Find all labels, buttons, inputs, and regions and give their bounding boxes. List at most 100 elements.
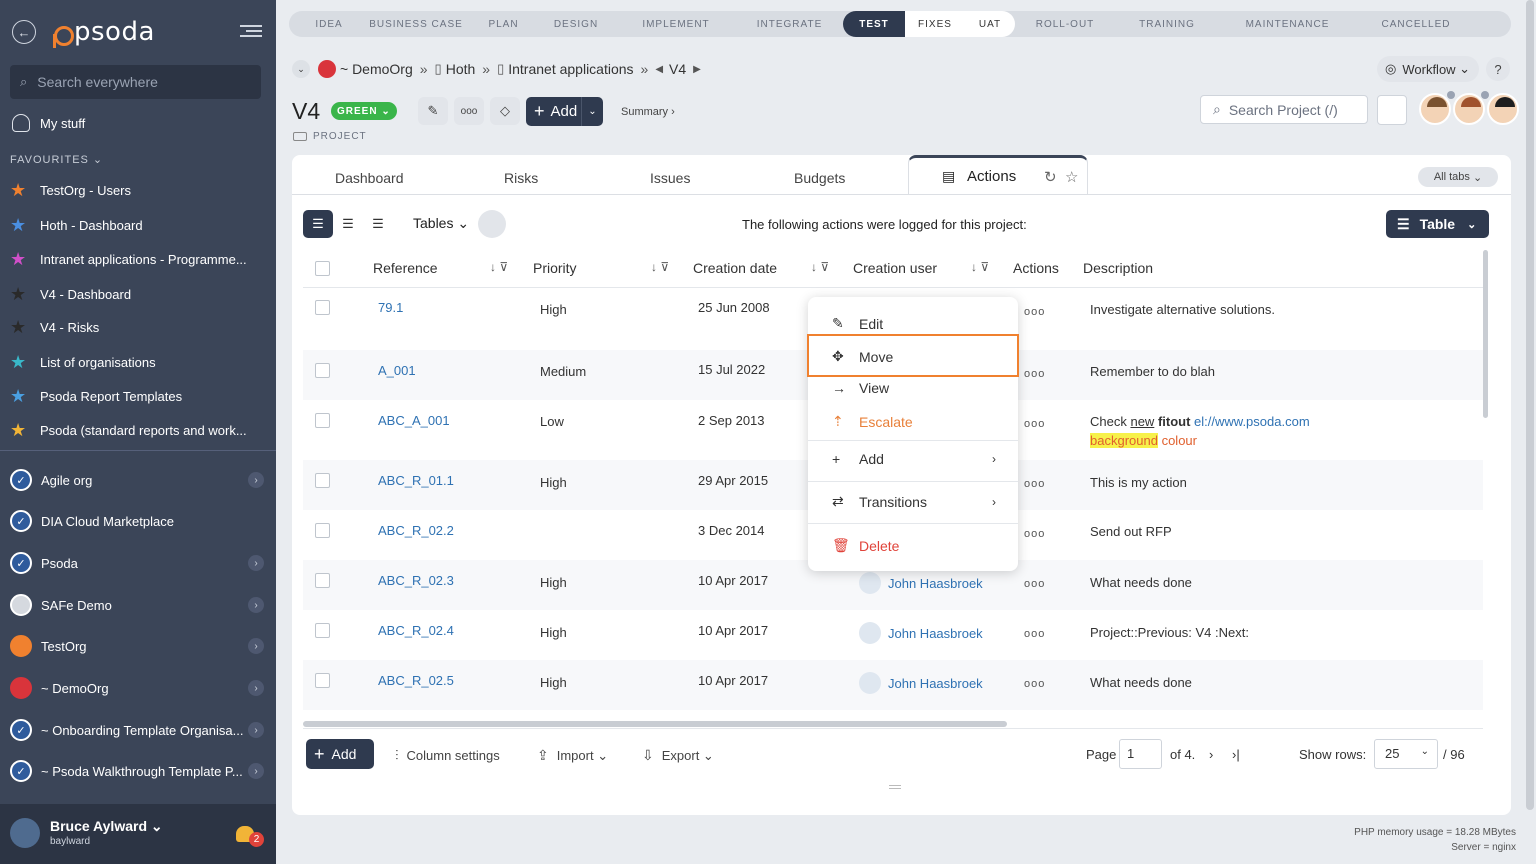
chevron-right-icon[interactable]: ›	[248, 638, 264, 654]
stage-fixes[interactable]: FIXES	[905, 11, 965, 37]
org-item[interactable]: TestOrg ›	[10, 635, 268, 657]
org-item[interactable]: ✓ ~ Psoda Walkthrough Template P... ›	[10, 760, 268, 782]
menu-item-edit[interactable]: ✎ Edit	[832, 315, 883, 332]
more-button[interactable]: ooo	[454, 97, 484, 125]
breadcrumb-item[interactable]: V4	[669, 61, 686, 77]
row-actions-button[interactable]: ooo	[1024, 418, 1045, 430]
row-actions-button[interactable]: ooo	[1024, 578, 1045, 590]
chevron-down-icon[interactable]: ⌄	[292, 60, 310, 78]
chevron-down-icon[interactable]: ⌄	[581, 97, 603, 126]
add-button[interactable]: + Add ⌄	[526, 97, 603, 126]
sort-desc-icon[interactable]: ↓ ⊽	[811, 260, 829, 274]
row-checkbox[interactable]	[315, 623, 330, 638]
row-reference[interactable]: ABC_R_02.5	[378, 673, 454, 688]
stage-business-case[interactable]: BUSINESS CASE	[361, 11, 471, 37]
stage-training[interactable]: TRAINING	[1115, 11, 1219, 37]
stage-integrate[interactable]: INTEGRATE	[736, 11, 843, 37]
favourite-item[interactable]: ★ List of organisations	[10, 352, 156, 373]
row-reference[interactable]: ABC_R_02.2	[378, 523, 454, 538]
refresh-icon[interactable]: ↻	[1044, 168, 1057, 186]
favourite-item[interactable]: ★ Hoth - Dashboard	[10, 215, 143, 236]
col-creation-user[interactable]: Creation user	[853, 260, 937, 276]
row-user[interactable]: John Haasbroek	[859, 672, 983, 694]
stage-implement[interactable]: IMPLEMENT	[616, 11, 736, 37]
tab-actions[interactable]: ▤ Actions ↻ ☆	[908, 155, 1088, 195]
help-button[interactable]: ?	[1486, 57, 1510, 81]
copy-link-button[interactable]	[1377, 95, 1407, 125]
import-button[interactable]: ⇪ Import ⌄	[537, 747, 608, 764]
tab-dashboard[interactable]: Dashboard	[335, 170, 404, 186]
row-checkbox[interactable]	[315, 413, 330, 428]
prev-arrow-icon[interactable]: ◀	[655, 64, 663, 75]
chevron-right-icon[interactable]: ›	[248, 763, 264, 779]
bottom-add-button[interactable]: + Add	[306, 739, 374, 769]
favourite-item[interactable]: ★ Psoda (standard reports and work...	[10, 420, 247, 441]
column-settings-button[interactable]: ⫶ Column settings	[395, 747, 500, 764]
org-item[interactable]: ✓ Agile org ›	[10, 469, 268, 491]
tab-issues[interactable]: Issues	[650, 170, 690, 186]
my-stuff-link[interactable]: My stuff	[12, 114, 85, 132]
row-checkbox[interactable]	[315, 363, 330, 378]
row-user[interactable]: John Haasbroek	[859, 572, 983, 594]
org-item[interactable]: ~ DemoOrg ›	[10, 677, 268, 699]
col-description[interactable]: Description	[1083, 260, 1153, 276]
row-checkbox[interactable]	[315, 573, 330, 588]
row-reference[interactable]: ABC_A_001	[378, 413, 450, 428]
favourites-heading[interactable]: FAVOURITES ⌄	[10, 153, 103, 166]
summary-link[interactable]: Summary ›	[621, 106, 675, 118]
rows-per-page-select[interactable]: 25 ⌄	[1374, 739, 1438, 769]
search-everywhere-input[interactable]: ⌕ Search everywhere	[10, 65, 261, 99]
org-item[interactable]: SAFe Demo ›	[10, 594, 268, 616]
favourite-star-icon[interactable]: ☆	[1065, 168, 1078, 186]
chevron-right-icon[interactable]: ›	[248, 555, 264, 571]
row-actions-button[interactable]: ooo	[1024, 678, 1045, 690]
favourite-item[interactable]: ★ V4 - Risks	[10, 317, 99, 338]
edit-button[interactable]: ✎	[418, 97, 448, 125]
tab-risks[interactable]: Risks	[504, 170, 538, 186]
col-creation-date[interactable]: Creation date	[693, 260, 777, 276]
collapse-menu-icon[interactable]	[238, 22, 262, 40]
page-input[interactable]: 1	[1119, 739, 1162, 769]
col-priority[interactable]: Priority	[533, 260, 577, 276]
density-normal-icon[interactable]: ☰	[333, 210, 363, 238]
row-actions-button[interactable]: ooo	[1024, 306, 1045, 318]
table-view-dropdown[interactable]: ☰ Table ⌄	[1386, 210, 1489, 238]
row-checkbox[interactable]	[315, 473, 330, 488]
tag-button[interactable]: ◇	[490, 97, 520, 125]
tab-budgets[interactable]: Budgets	[794, 170, 845, 186]
favourite-item[interactable]: ★ Psoda Report Templates	[10, 386, 182, 407]
chart-icon[interactable]	[478, 210, 506, 238]
user-panel[interactable]: Bruce Aylward ⌄ baylward 2	[0, 804, 276, 864]
avatar[interactable]	[1419, 93, 1451, 125]
row-reference[interactable]: ABC_R_02.3	[378, 573, 454, 588]
row-user[interactable]: John Haasbroek	[859, 622, 983, 644]
workflow-dropdown[interactable]: ◎ Workflow ⌄	[1377, 56, 1479, 82]
menu-item-escalate[interactable]: ⇡ Escalate	[832, 413, 913, 430]
table-row[interactable]	[303, 710, 1483, 721]
chevron-right-icon[interactable]: ›	[248, 722, 264, 738]
favourite-item[interactable]: ★ TestOrg - Users	[10, 180, 131, 201]
breadcrumb-org[interactable]: ~ DemoOrg	[340, 61, 413, 77]
horizontal-scrollbar[interactable]	[303, 721, 1007, 727]
chevron-right-icon[interactable]: ›	[248, 597, 264, 613]
all-tabs-dropdown[interactable]: All tabs ⌄	[1418, 167, 1498, 187]
row-checkbox[interactable]	[315, 673, 330, 688]
next-page-icon[interactable]: ›	[1209, 747, 1213, 762]
stage-plan[interactable]: PLAN	[471, 11, 536, 37]
org-item[interactable]: ✓ Psoda ›	[10, 552, 268, 574]
stage-uat[interactable]: UAT	[965, 11, 1015, 37]
stage-idea[interactable]: IDEA	[297, 11, 361, 37]
row-checkbox[interactable]	[315, 523, 330, 538]
sort-desc-icon[interactable]: ↓ ⊽	[490, 260, 508, 274]
row-checkbox[interactable]	[315, 300, 330, 315]
stage-cancelled[interactable]: CANCELLED	[1356, 11, 1476, 37]
row-actions-button[interactable]: ooo	[1024, 628, 1045, 640]
export-button[interactable]: ⇩ Export ⌄	[642, 747, 714, 764]
next-arrow-icon[interactable]: ▶	[693, 64, 701, 75]
project-search-input[interactable]: ⌕ Search Project (/)	[1200, 95, 1368, 124]
row-actions-button[interactable]: ooo	[1024, 478, 1045, 490]
menu-item-add[interactable]: + Add ›	[832, 451, 996, 467]
row-actions-button[interactable]: ooo	[1024, 368, 1045, 380]
org-item[interactable]: ✓ ~ Onboarding Template Organisa... ›	[10, 719, 268, 741]
breadcrumb-project[interactable]: Intranet applications	[508, 61, 633, 77]
